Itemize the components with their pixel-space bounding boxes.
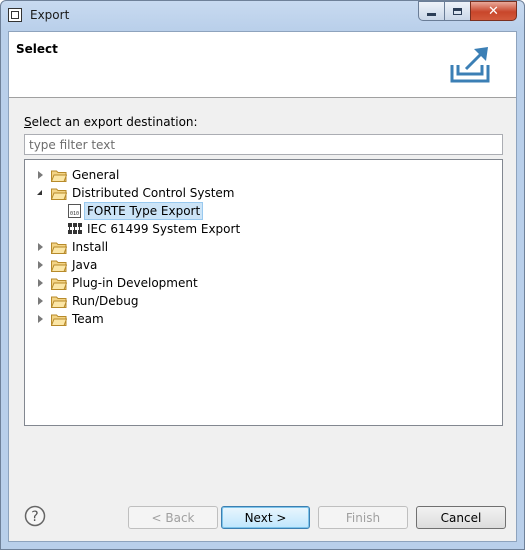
tree-item-label: Distributed Control System [72, 186, 235, 200]
svg-text:010: 010 [70, 211, 79, 217]
destination-label: Select an export destination: [24, 115, 198, 129]
close-button[interactable]: ✕ [470, 1, 517, 21]
tree-item-label: Team [72, 312, 104, 326]
dialog-body: Select Select an export destination: Gen… [8, 31, 517, 542]
maximize-icon [453, 7, 462, 15]
expand-arrow-icon[interactable] [37, 243, 45, 251]
tree-item-label: Java [72, 258, 98, 272]
export-banner-icon [450, 47, 490, 83]
title-bar[interactable]: Export ✕ [1, 1, 524, 31]
system-network-icon [68, 223, 82, 234]
minimize-button[interactable] [418, 1, 445, 21]
page-title: Select [16, 42, 58, 56]
tree-item-forte-type-export[interactable]: 010 FORTE Type Export [67, 202, 204, 220]
finish-button[interactable]: Finish [318, 506, 408, 529]
next-button[interactable]: Next > [221, 506, 310, 529]
tree-item-run-debug[interactable]: Run/Debug [37, 292, 139, 310]
destination-tree[interactable]: General Distributed Control System 010 F… [24, 159, 503, 426]
wizard-header: Select [9, 32, 516, 98]
expand-arrow-icon[interactable] [37, 279, 45, 287]
tree-item-java[interactable]: Java [37, 256, 97, 274]
tree-item-label: Plug-in Development [72, 276, 198, 290]
maximize-button[interactable] [444, 1, 471, 21]
destination-label-text: elect an export destination: [31, 115, 198, 129]
tree-item-general[interactable]: General [37, 166, 119, 184]
window-title: Export [30, 8, 70, 22]
back-button[interactable]: < Back [128, 506, 218, 529]
tree-item-team[interactable]: Team [37, 310, 104, 328]
expand-arrow-icon[interactable] [37, 261, 45, 269]
cancel-button[interactable]: Cancel [416, 506, 506, 529]
help-icon[interactable]: ? [24, 505, 46, 527]
folder-icon [51, 296, 67, 308]
tree-item-iec-61499-system-export[interactable]: IEC 61499 System Export [67, 220, 240, 238]
minimize-icon [427, 12, 436, 16]
export-dialog: Export ✕ Select Select an export destina… [0, 0, 525, 550]
tree-item-distributed-control-system[interactable]: Distributed Control System [37, 184, 234, 202]
tree-item-label: General [72, 168, 120, 182]
expand-arrow-icon[interactable] [37, 297, 45, 305]
tree-item-label: IEC 61499 System Export [87, 222, 241, 236]
folder-icon [51, 314, 67, 326]
folder-icon [51, 242, 67, 254]
tree-item-label: Install [72, 240, 109, 254]
folder-icon [51, 170, 67, 182]
folder-icon [51, 260, 67, 272]
forte-file-icon: 010 [68, 204, 81, 218]
tree-item-label: Run/Debug [72, 294, 139, 308]
collapse-arrow-icon[interactable] [37, 189, 45, 197]
filter-input[interactable] [24, 134, 503, 155]
svg-text:?: ? [31, 509, 38, 525]
window-icon [8, 8, 22, 22]
tree-item-install[interactable]: Install [37, 238, 108, 256]
tree-item-label: FORTE Type Export [84, 202, 204, 220]
expand-arrow-icon[interactable] [37, 171, 45, 179]
mnemonic-letter: S [24, 115, 32, 129]
folder-icon [51, 278, 67, 290]
folder-icon [51, 188, 67, 200]
close-icon: ✕ [488, 3, 499, 19]
tree-item-plug-in-development[interactable]: Plug-in Development [37, 274, 198, 292]
expand-arrow-icon[interactable] [37, 315, 45, 323]
